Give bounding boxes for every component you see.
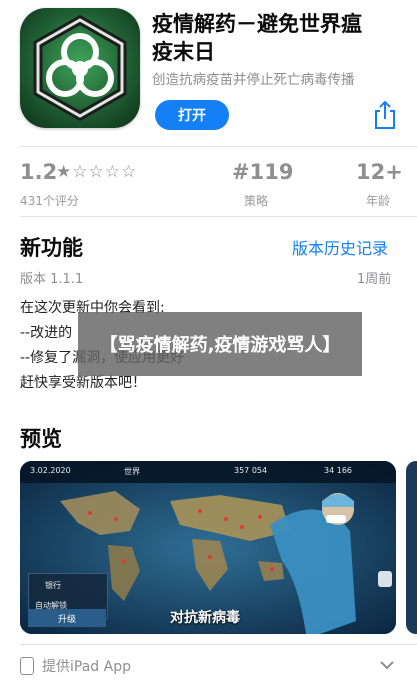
- ratings-count: 431个评分: [20, 194, 79, 208]
- version-history-link[interactable]: 版本历史记录: [292, 235, 388, 259]
- release-time: 1周前: [357, 272, 392, 287]
- cure-count: 357 054: [234, 466, 268, 475]
- rating-value: 1.2: [20, 160, 58, 184]
- ipad-app-row[interactable]: 提供iPad App: [20, 656, 131, 676]
- next-screenshot[interactable]: [406, 461, 417, 634]
- app-icon: [20, 8, 140, 128]
- caption-overlay: 【骂疫情解药,疫情游戏骂人】: [78, 312, 362, 376]
- age-rating: 12+: [356, 160, 403, 184]
- screenshot-caption: 对抗新病毒: [170, 610, 240, 626]
- divider: [20, 146, 417, 147]
- death-count: 34 166: [324, 466, 352, 475]
- age-caption: 年龄: [366, 194, 391, 208]
- game-world-tab: 世界: [124, 467, 140, 476]
- divider: [20, 216, 417, 217]
- divider: [20, 644, 417, 645]
- chart-rank: #119: [232, 160, 294, 184]
- app-title: 疫情解药－避免世界瘟 疫末日: [152, 10, 402, 66]
- app-subtitle: 创造抗病疫苗并停止死亡病毒传播: [152, 72, 355, 88]
- game-hud: 3.02.2020 世界 357 054 34 166: [20, 461, 396, 483]
- game-date: 3.02.2020: [30, 466, 71, 475]
- upgrade-button: 升级: [28, 609, 106, 627]
- ipad-app-label: 提供iPad App: [42, 659, 131, 675]
- bank-label: 银行: [45, 581, 61, 590]
- rating-stars: ★☆☆☆☆: [56, 162, 138, 182]
- preview-screenshot[interactable]: 3.02.2020 世界 357 054 34 166 银行 自动解锁 升级 对…: [20, 461, 396, 634]
- preview-title: 预览: [20, 427, 62, 451]
- version-number: 版本 1.1.1: [20, 272, 84, 287]
- app-title-line-1: 疫情解药－避免世界瘟: [152, 12, 362, 36]
- ipad-icon: [20, 657, 34, 675]
- app-title-line-2: 疫末日: [152, 40, 215, 64]
- open-button[interactable]: 打开: [155, 100, 229, 130]
- chevron-down-icon[interactable]: [378, 656, 396, 674]
- biohazard-icon: [33, 14, 127, 122]
- share-icon[interactable]: [372, 100, 398, 130]
- whats-new-title: 新功能: [20, 236, 83, 260]
- rank-category: 策略: [244, 194, 269, 208]
